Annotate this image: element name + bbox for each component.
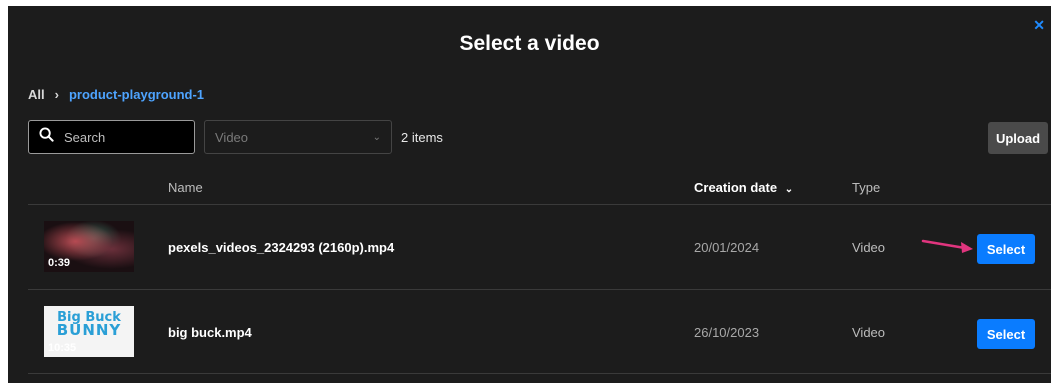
column-header-name[interactable]: Name [168,180,203,195]
breadcrumb-separator: › [54,87,59,102]
upload-button[interactable]: Upload [988,122,1048,154]
video-thumbnail[interactable]: Big Buck BUNNY 10:35 [44,306,134,357]
select-button[interactable]: Select [977,319,1035,349]
table-row[interactable]: 0:39 pexels_videos_2324293 (2160p).mp4 2… [28,204,1051,289]
select-button[interactable]: Select [977,234,1035,264]
select-video-modal: ✕ Select a video All › product-playgroun… [8,6,1051,383]
video-type: Video [852,325,886,340]
search-box[interactable] [28,120,195,154]
table-row[interactable]: Big Buck BUNNY 10:35 big buck.mp4 26/10/… [28,289,1051,374]
search-input[interactable] [64,129,184,145]
breadcrumb-folder[interactable]: product-playground-1 [69,87,204,102]
video-duration: 0:39 [48,257,71,269]
type-filter-select[interactable]: Video ⌄ [204,120,392,154]
column-header-type[interactable]: Type [852,180,880,195]
video-date: 26/10/2023 [694,325,760,340]
search-icon [39,127,54,147]
modal-title: Select a video [459,32,600,55]
video-name: pexels_videos_2324293 (2160p).mp4 [168,240,395,255]
breadcrumb: All › product-playground-1 [28,87,204,102]
close-icon[interactable]: ✕ [1033,18,1045,32]
type-filter-value: Video [215,129,249,145]
sort-chevron-down-icon: ⌄ [784,184,794,195]
big-buck-bunny-logo: Big Buck BUNNY [56,310,122,339]
creation-date-label: Creation date [694,180,778,195]
video-type: Video [852,240,886,255]
annotation-arrow-icon [921,239,973,253]
video-date: 20/01/2024 [694,240,760,255]
breadcrumb-all[interactable]: All [28,87,45,102]
video-duration: 10:35 [48,342,77,354]
item-count: 2 items [401,130,443,145]
table-header: Name Creation date ⌄ Type [28,178,1051,204]
video-name: big buck.mp4 [168,325,252,340]
column-header-creation-date[interactable]: Creation date ⌄ [694,180,793,195]
chevron-down-icon: ⌄ [372,131,381,143]
video-thumbnail[interactable]: 0:39 [44,221,134,272]
